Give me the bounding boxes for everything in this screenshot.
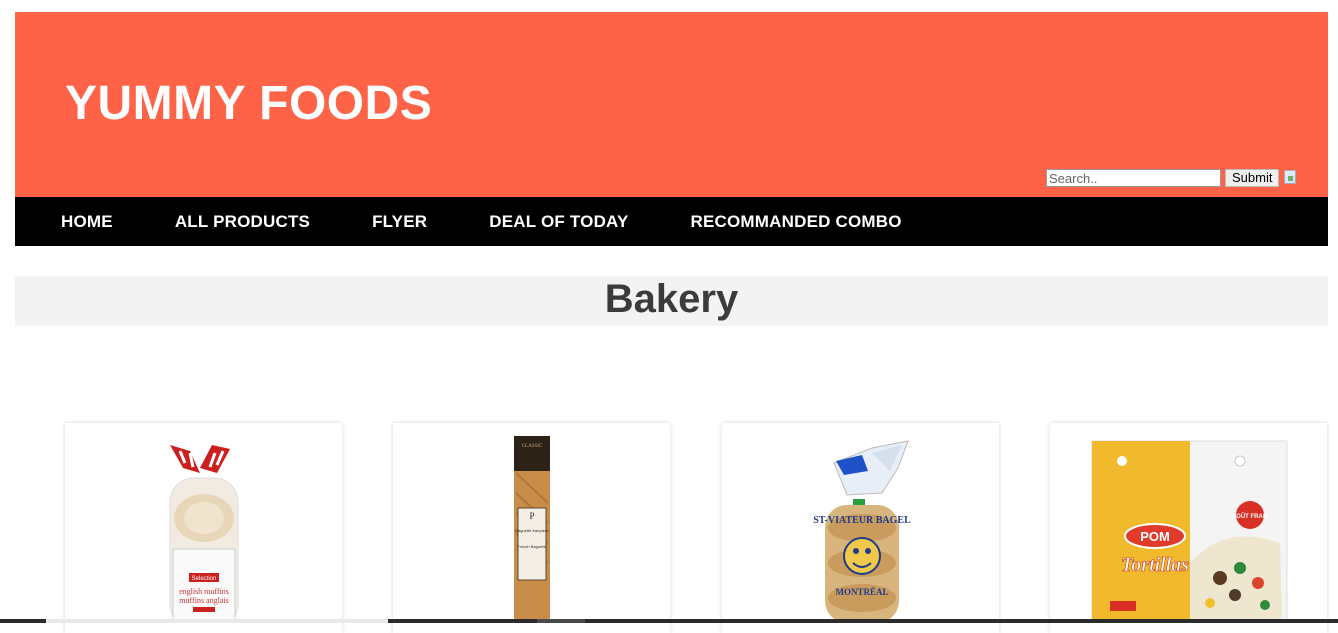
section-title: Bakery bbox=[604, 277, 739, 321]
pkg-name-fr-text: muffins anglais bbox=[179, 596, 228, 605]
pkg-brand-text: Selection bbox=[192, 576, 217, 582]
nav-home[interactable]: HOME bbox=[61, 212, 113, 232]
nav-recommanded-combo[interactable]: RECOMMANDED COMBO bbox=[691, 212, 902, 232]
product-image-bagels[interactable]: ST-VIATEUR BAGEL MONTRÉAL bbox=[722, 423, 999, 623]
scrollbar-thumb[interactable] bbox=[46, 619, 388, 623]
pkg-badge-text: GOÛT FRAIS bbox=[1232, 513, 1269, 520]
pkg-brand-text: ST-VIATEUR BAGEL bbox=[813, 515, 911, 526]
pkg-city-text: MONTRÉAL bbox=[835, 587, 888, 597]
product-image-baguette[interactable]: CLASSIC P Baguette française French Bagu… bbox=[393, 423, 670, 623]
scrollbar-segment bbox=[537, 619, 585, 623]
product-image-tortillas[interactable]: POM Tortillas GOÛT FRAIS bbox=[1050, 423, 1327, 627]
svg-text:P: P bbox=[529, 511, 534, 521]
search-bar: Submit bbox=[1046, 169, 1299, 187]
product-card[interactable]: POM Tortillas GOÛT FRAIS bbox=[1050, 423, 1327, 633]
product-card[interactable]: Selection english muffins muffins anglai… bbox=[65, 423, 342, 633]
main-nav: HOME ALL PRODUCTS FLYER DEAL OF TODAY RE… bbox=[15, 197, 1328, 246]
pkg-label-en: French Baguette bbox=[517, 544, 547, 549]
pkg-label-classic: CLASSIC bbox=[522, 444, 543, 449]
submit-button[interactable]: Submit bbox=[1225, 169, 1280, 187]
nav-all-products[interactable]: ALL PRODUCTS bbox=[175, 212, 310, 232]
nav-flyer[interactable]: FLYER bbox=[372, 212, 427, 232]
pkg-name-text: english muffins bbox=[179, 587, 229, 596]
product-image-english-muffins[interactable]: Selection english muffins muffins anglai… bbox=[65, 423, 342, 629]
nav-deal-of-today[interactable]: DEAL OF TODAY bbox=[489, 212, 628, 232]
search-input[interactable] bbox=[1046, 169, 1221, 187]
pkg-label-fr: Baguette française bbox=[515, 528, 549, 533]
site-header: YUMMY FOODS Submit bbox=[15, 12, 1328, 197]
pkg-brand-text: POM bbox=[1140, 529, 1170, 544]
product-card[interactable]: ST-VIATEUR BAGEL MONTRÉAL bbox=[722, 423, 999, 633]
section-header: Bakery bbox=[15, 276, 1328, 326]
pkg-product-text: Tortillas bbox=[1121, 554, 1189, 576]
product-card[interactable]: CLASSIC P Baguette française French Bagu… bbox=[393, 423, 670, 633]
broken-image-icon[interactable] bbox=[1283, 170, 1299, 186]
brand-title: YUMMY FOODS bbox=[65, 77, 433, 130]
